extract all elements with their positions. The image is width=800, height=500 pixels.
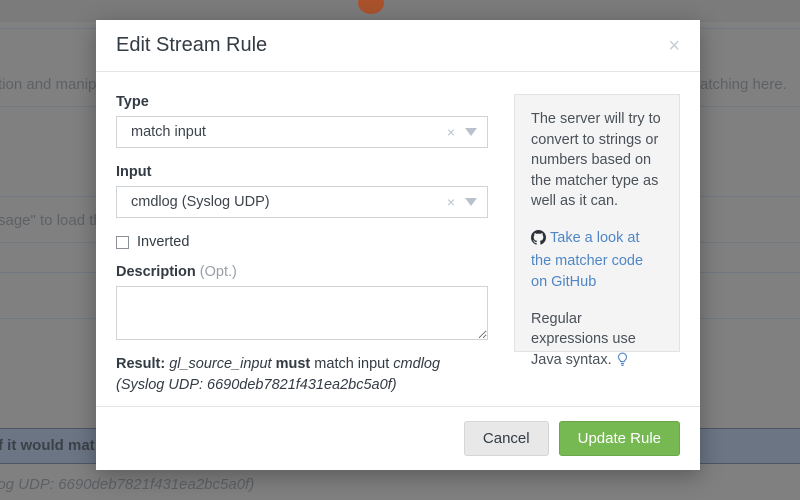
close-icon[interactable]: ×	[666, 36, 682, 56]
chevron-down-icon[interactable]	[465, 198, 477, 206]
backdrop-text-fragment: atching here.	[700, 76, 787, 93]
inverted-row: Inverted	[116, 234, 488, 250]
result-action: match input	[314, 356, 390, 372]
github-icon	[531, 229, 546, 252]
type-select[interactable]: match input ×	[116, 116, 488, 148]
backdrop-text-fragment: f it would mat	[0, 437, 95, 454]
rule-form: Type match input × Input cmdlog (Syslog …	[116, 94, 488, 396]
backdrop-text-fragment: log UDP: 6690deb7821f431ea2bc5a0f)	[0, 476, 255, 493]
result-summary: Result: gl_source_input must match input…	[116, 354, 488, 396]
inverted-label[interactable]: Inverted	[137, 234, 189, 250]
matcher-info-panel: The server will try to convert to string…	[514, 94, 680, 368]
type-label: Type	[116, 94, 149, 110]
backdrop-text-fragment: tion and manip	[0, 76, 97, 93]
description-input[interactable]	[116, 286, 488, 340]
input-select[interactable]: cmdlog (Syslog UDP) ×	[116, 186, 488, 218]
input-label: Input	[116, 164, 152, 180]
edit-stream-rule-modal: Edit Stream Rule × Type match input × In…	[96, 20, 700, 470]
backdrop-top-bar	[0, 0, 800, 22]
result-target: cmdlog	[393, 356, 441, 372]
backdrop-text-fragment: sage" to load th	[0, 212, 102, 229]
info-paragraph-2: Regular expressions use Java syntax.	[531, 309, 663, 375]
update-rule-button[interactable]: Update Rule	[558, 421, 680, 457]
lightbulb-icon	[615, 352, 630, 375]
result-must: must	[275, 356, 311, 372]
modal-title: Edit Stream Rule	[116, 34, 268, 56]
clear-icon[interactable]: ×	[447, 125, 455, 139]
result-detail: (Syslog UDP: 6690deb7821f431ea2bc5a0f)	[116, 377, 397, 394]
result-field: gl_source_input	[169, 356, 272, 372]
matcher-code-github-link[interactable]: Take a look at the matcher code on GitHu…	[531, 230, 643, 290]
inverted-checkbox[interactable]	[116, 235, 129, 249]
input-select-value: cmdlog (Syslog UDP)	[131, 194, 270, 210]
description-label: Description (Opt.)	[116, 264, 488, 280]
modal-footer: Cancel Update Rule	[96, 406, 700, 470]
description-optional-text: (Opt.)	[199, 264, 237, 280]
type-select-value: match input	[131, 124, 206, 140]
clear-icon[interactable]: ×	[447, 195, 455, 209]
result-label: Result:	[116, 356, 166, 372]
info-link-paragraph: Take a look at the matcher code on GitHu…	[531, 228, 663, 293]
modal-header: Edit Stream Rule ×	[96, 20, 700, 72]
cancel-button[interactable]: Cancel	[463, 421, 549, 457]
chevron-down-icon[interactable]	[465, 128, 477, 136]
info-paragraph-1: The server will try to convert to string…	[531, 111, 661, 210]
description-label-text: Description	[116, 264, 196, 280]
modal-body: Type match input × Input cmdlog (Syslog …	[96, 72, 700, 406]
